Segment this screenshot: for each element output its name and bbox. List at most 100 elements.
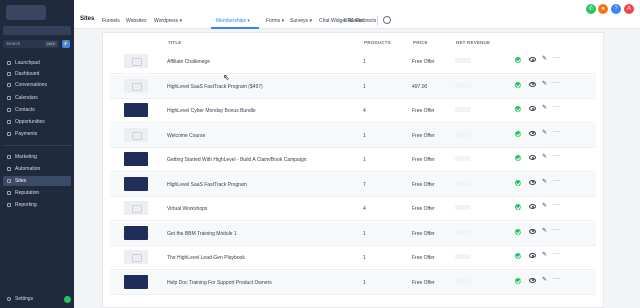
price: Free Offer xyxy=(412,108,435,114)
help-icon[interactable]: ? xyxy=(611,4,621,14)
table-row[interactable]: Virtual Workshops 4 Free Offer ✎ ··· xyxy=(110,197,596,221)
payments-icon xyxy=(7,132,11,136)
table-row[interactable]: Get the BBM Training Module 1 1 Free Offer… xyxy=(110,221,596,246)
course-title[interactable]: The HighLevel Lead-Gen Playbook xyxy=(167,255,245,261)
sidebar-item-launchpad[interactable]: Launchpad xyxy=(3,58,71,68)
preview-eye-icon[interactable] xyxy=(529,253,536,258)
course-title[interactable]: Help Doc Training For Support Product Ow… xyxy=(167,280,272,286)
edit-pencil-icon[interactable]: ✎ xyxy=(542,203,547,210)
edit-pencil-icon[interactable]: ✎ xyxy=(542,154,547,161)
more-options-icon[interactable]: ··· xyxy=(553,153,561,159)
course-title[interactable]: Affiliate Challenege xyxy=(167,59,210,65)
net-revenue xyxy=(455,229,471,235)
more-options-icon[interactable]: ··· xyxy=(553,55,561,61)
sidebar-item-reporting[interactable]: Reporting xyxy=(3,200,71,210)
table-row[interactable]: Affiliate Challenege 1 Free Offer ✎ ··· xyxy=(110,50,596,74)
course-title[interactable]: HighLevel SaaS FastTrack Program xyxy=(167,182,247,188)
sidebar-item-opportunities[interactable]: Opportunities xyxy=(3,117,71,127)
preview-eye-icon[interactable] xyxy=(529,179,536,185)
course-title[interactable]: Welcome Course xyxy=(167,133,205,139)
sidebar-item-settings[interactable]: Settings xyxy=(3,294,71,304)
active-tab-indicator xyxy=(211,27,259,29)
course-thumbnail xyxy=(124,250,148,264)
tab-funnels[interactable]: Funnels xyxy=(102,18,120,24)
course-thumbnail xyxy=(124,225,148,240)
table-row[interactable]: Welcome Course 1 Free Offer ✎ ··· xyxy=(110,123,596,148)
avatar[interactable]: A xyxy=(624,4,634,14)
preview-eye-icon[interactable] xyxy=(529,155,536,160)
published-check-icon xyxy=(515,106,521,112)
sidebar-item-label: Payments xyxy=(15,131,38,137)
notifications-icon[interactable]: ● xyxy=(598,4,608,14)
more-options-icon[interactable]: ··· xyxy=(553,202,561,208)
table-row[interactable]: HighLevel Cyber Monday Bonus Bundle 4 Free… xyxy=(110,99,596,123)
more-options-icon[interactable]: ··· xyxy=(553,129,561,135)
tab-label: Forms xyxy=(266,18,281,24)
preview-eye-icon[interactable] xyxy=(529,204,536,209)
quick-action-button[interactable]: ⚡ xyxy=(62,40,70,48)
tab-url-redirects[interactable]: URL Redirects xyxy=(344,18,376,24)
tab-chat-widget[interactable]: Chat Widget xyxy=(319,18,347,24)
sidebar-item-conversations[interactable]: Conversations xyxy=(3,80,71,90)
tab-websites[interactable]: Websites xyxy=(126,18,146,24)
tab-surveys[interactable]: Surveys ▾ xyxy=(290,18,312,24)
course-title[interactable]: Virtual Workshops xyxy=(167,206,207,212)
preview-eye-icon[interactable] xyxy=(529,106,536,111)
preview-eye-icon[interactable] xyxy=(529,81,536,87)
search-shortcut: ctrl K xyxy=(45,41,57,47)
more-options-icon[interactable]: ··· xyxy=(553,227,561,233)
edit-pencil-icon[interactable]: ✎ xyxy=(542,228,547,235)
chevron-down-icon: ▾ xyxy=(179,18,182,24)
course-title[interactable]: Get the BBM Training Module 1 xyxy=(167,231,237,237)
more-options-icon[interactable]: ··· xyxy=(553,276,561,282)
product-count: 1 xyxy=(363,230,366,237)
sidebar-item-label: Contacts xyxy=(15,107,35,113)
search-input[interactable]: Search ctrl K xyxy=(3,40,59,48)
sidebar-item-contacts[interactable]: Contacts xyxy=(3,105,71,115)
table-row[interactable]: HighLevel SaaS FastTrack Program ($497) 1… xyxy=(110,74,596,99)
phone-icon[interactable]: ✆ xyxy=(586,4,596,14)
sidebar-item-reputation[interactable]: Reputation xyxy=(3,188,71,198)
opportunities-icon xyxy=(7,120,11,124)
sidebar-item-calendars[interactable]: Calendars xyxy=(3,93,71,103)
sidebar-item-payments[interactable]: Payments xyxy=(3,129,71,139)
column-header-price: PRICE xyxy=(413,40,428,45)
edit-pencil-icon[interactable]: ✎ xyxy=(542,81,547,88)
chevron-down-icon: ▾ xyxy=(281,18,285,24)
table-row[interactable]: The HighLevel Lead-Gen Playbook 1 Free Off… xyxy=(110,246,596,270)
account-switcher[interactable] xyxy=(3,26,71,35)
chevron-down-icon: ▾ xyxy=(247,18,250,24)
tab-forms[interactable]: Forms ▾ xyxy=(266,18,284,24)
tab-wordpress[interactable]: Wordpress ▾ xyxy=(154,18,182,24)
tab-separator xyxy=(377,16,378,26)
course-title[interactable]: HighLevel SaaS FastTrack Program ($497) xyxy=(167,84,263,90)
course-title[interactable]: HighLevel Cyber Monday Bonus Bundle xyxy=(167,108,256,114)
course-title[interactable]: Getting Started With HighLevel - Build A… xyxy=(167,157,307,163)
more-options-icon[interactable]: ··· xyxy=(553,178,561,184)
more-options-icon[interactable]: ··· xyxy=(553,251,561,257)
preview-eye-icon[interactable] xyxy=(529,57,536,62)
tab-memberships[interactable]: Memberships ▾ xyxy=(216,18,250,24)
sidebar-item-dashboard[interactable]: Dashboard xyxy=(3,69,71,79)
edit-pencil-icon[interactable]: ✎ xyxy=(542,56,547,63)
table-row[interactable]: Help Doc Training For Support Product Ow… xyxy=(110,270,596,295)
net-revenue xyxy=(455,82,471,88)
settings-gear-icon[interactable] xyxy=(383,16,391,24)
sidebar-item-marketing[interactable]: Marketing xyxy=(3,152,71,162)
more-options-icon[interactable]: ··· xyxy=(553,104,561,110)
more-options-icon[interactable]: ··· xyxy=(553,80,561,86)
gear-icon xyxy=(7,297,11,301)
edit-pencil-icon[interactable]: ✎ xyxy=(542,179,547,186)
preview-eye-icon[interactable] xyxy=(529,277,536,283)
sidebar-item-automation[interactable]: Automation xyxy=(3,164,71,174)
product-count: 7 xyxy=(363,181,366,188)
edit-pencil-icon[interactable]: ✎ xyxy=(542,105,547,112)
table-row[interactable]: Getting Started With HighLevel - Build A… xyxy=(110,148,596,172)
edit-pencil-icon[interactable]: ✎ xyxy=(542,130,547,137)
sidebar-item-sites[interactable]: Sites xyxy=(3,176,71,186)
table-row[interactable]: HighLevel SaaS FastTrack Program 7 Free Of… xyxy=(110,172,596,197)
edit-pencil-icon[interactable]: ✎ xyxy=(542,252,547,259)
preview-eye-icon[interactable] xyxy=(529,228,536,234)
preview-eye-icon[interactable] xyxy=(529,130,536,136)
edit-pencil-icon[interactable]: ✎ xyxy=(542,277,547,284)
